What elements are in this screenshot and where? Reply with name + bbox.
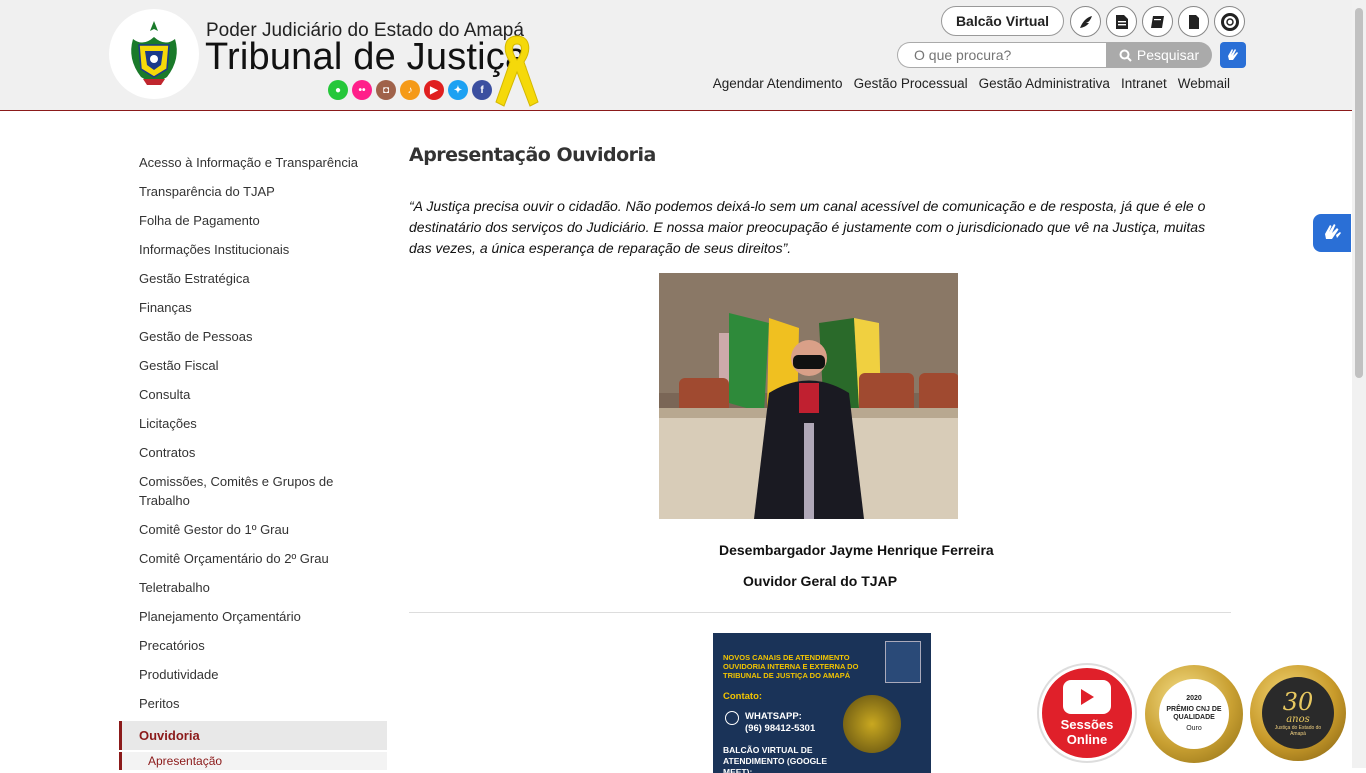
search-button[interactable]: Pesquisar: [1106, 42, 1212, 68]
site-header: Poder Judiciário do Estado do Amapá Trib…: [0, 0, 1352, 111]
twitter-icon[interactable]: ✦: [448, 80, 468, 100]
badge-youtube-line1: Sessões: [1060, 716, 1114, 732]
sidebar-item[interactable]: Gestão de Pessoas: [119, 322, 387, 351]
sidebar-item[interactable]: Finanças: [119, 293, 387, 322]
file-icon[interactable]: [1178, 6, 1209, 37]
cnj-quality-seal[interactable]: 2020 PRÊMIO CNJ DE QUALIDADE Ouro: [1145, 665, 1243, 763]
sidebar-item[interactable]: Acesso à Informação e Transparência: [119, 148, 387, 177]
sidebar-item[interactable]: Peritos: [119, 689, 387, 718]
lifebuoy-icon[interactable]: [1214, 6, 1245, 37]
ouvidor-photo: [659, 273, 958, 519]
photo-caption-name: Desembargador Jayme Henrique Ferreira: [719, 542, 994, 558]
main-content: Apresentação Ouvidoria “A Justiça precis…: [409, 144, 1231, 773]
photo-caption-role: Ouvidor Geral do TJAP: [743, 573, 898, 589]
nav-agendar-atendimento[interactable]: Agendar Atendimento: [713, 76, 843, 91]
sidebar-item[interactable]: Gestão Fiscal: [119, 351, 387, 380]
yellow-ribbon-icon: [490, 30, 544, 115]
sidebar-item[interactable]: Licitações: [119, 409, 387, 438]
sidebar-item[interactable]: Comitê Gestor do 1º Grau: [119, 515, 387, 544]
sidebar-item[interactable]: Contratos: [119, 438, 387, 467]
youtube-icon: [1063, 679, 1111, 714]
cnj-level: Ouro: [1186, 725, 1202, 732]
sidebar-item[interactable]: Teletrabalho: [119, 573, 387, 602]
page-scrollbar[interactable]: [1352, 0, 1366, 768]
facebook-icon[interactable]: f: [472, 80, 492, 100]
site-title[interactable]: Tribunal de Justiça: [205, 36, 526, 79]
nav-gestao-processual[interactable]: Gestão Processual: [854, 76, 968, 91]
anniv-word: anos: [1286, 713, 1310, 725]
page-title: Apresentação Ouvidoria: [409, 144, 656, 166]
sidebar-item[interactable]: Produtividade: [119, 660, 387, 689]
sidebar-menu: Acesso à Informação e Transparência Tran…: [119, 148, 387, 770]
flickr-icon[interactable]: ••: [352, 80, 372, 100]
book-icon[interactable]: [1142, 6, 1173, 37]
banner-whatsapp-number: (96) 98412-5301: [745, 723, 816, 734]
sidebar-item[interactable]: Consulta: [119, 380, 387, 409]
banner-balcao: BALCÃO VIRTUAL DE ATENDIMENTO (GOOGLE ME…: [723, 745, 828, 773]
banner-contato: Contato:: [723, 691, 763, 702]
feather-icon[interactable]: [1070, 6, 1101, 37]
ouvidoria-quote: “A Justiça precisa ouvir o cidadão. Não …: [409, 198, 1206, 256]
sidebar-item[interactable]: Gestão Estratégica: [119, 264, 387, 293]
search-input[interactable]: [897, 42, 1107, 68]
document-icon[interactable]: [1106, 6, 1137, 37]
social-links: ● •• ◘ ♪ ▶ ✦ f: [328, 80, 492, 100]
sign-language-icon: [1325, 224, 1341, 239]
tjap-logo[interactable]: [109, 9, 199, 99]
nav-gestao-administrativa[interactable]: Gestão Administrativa: [979, 76, 1110, 91]
ouvidoria-contact-banner[interactable]: NOVOS CANAIS DE ATENDIMENTO OUVIDORIA IN…: [713, 633, 931, 773]
whatsapp-icon[interactable]: ●: [328, 80, 348, 100]
top-navigation: Agendar Atendimento Gestão Processual Ge…: [713, 76, 1230, 91]
sidebar-subitem-apresentacao[interactable]: Apresentação: [119, 752, 387, 770]
banner-whatsapp-label: WHATSAPP:: [745, 711, 802, 722]
vlibras-accessibility-button[interactable]: [1313, 214, 1351, 252]
divider: [409, 612, 1231, 613]
scrollbar-thumb[interactable]: [1355, 8, 1363, 378]
search-button-label: Pesquisar: [1136, 47, 1200, 63]
sign-language-icon[interactable]: [1220, 42, 1246, 68]
anniv-caption: Justiça do Estado do Amapá: [1274, 724, 1322, 737]
sidebar-item[interactable]: Informações Institucionais: [119, 235, 387, 264]
nav-webmail[interactable]: Webmail: [1178, 76, 1230, 91]
podcast-icon[interactable]: ♪: [400, 80, 420, 100]
banner-heading: NOVOS CANAIS DE ATENDIMENTO OUVIDORIA IN…: [723, 653, 859, 680]
whatsapp-icon: [725, 711, 739, 725]
anniv-number: 30: [1282, 687, 1314, 716]
sidebar-item[interactable]: Folha de Pagamento: [119, 206, 387, 235]
tjap-seal-icon: [885, 641, 921, 683]
phone-illustration-icon: [843, 695, 901, 753]
sessoes-online-badge[interactable]: Sessões Online: [1039, 665, 1135, 761]
sidebar-item[interactable]: Precatórios: [119, 631, 387, 660]
youtube-icon[interactable]: ▶: [424, 80, 444, 100]
cnj-year: 2020: [1186, 695, 1202, 702]
nav-intranet[interactable]: Intranet: [1121, 76, 1167, 91]
sidebar-item[interactable]: Planejamento Orçamentário: [119, 602, 387, 631]
sidebar-item[interactable]: Transparência do TJAP: [119, 177, 387, 206]
balcao-virtual-button[interactable]: Balcão Virtual: [941, 6, 1064, 36]
cnj-label: PRÊMIO CNJ DE QUALIDADE: [1166, 706, 1222, 721]
search-icon: [1119, 49, 1132, 62]
sidebar-item[interactable]: Comitê Orçamentário do 2º Grau: [119, 544, 387, 573]
sidebar-item-ouvidoria[interactable]: Ouvidoria: [119, 721, 387, 750]
sidebar-item[interactable]: Comissões, Comitês e Grupos de Trabalho: [119, 467, 387, 515]
thirty-years-seal[interactable]: 30 anos Justiça do Estado do Amapá: [1250, 665, 1346, 761]
instagram-icon[interactable]: ◘: [376, 80, 396, 100]
badge-youtube-line2: Online: [1066, 731, 1108, 747]
